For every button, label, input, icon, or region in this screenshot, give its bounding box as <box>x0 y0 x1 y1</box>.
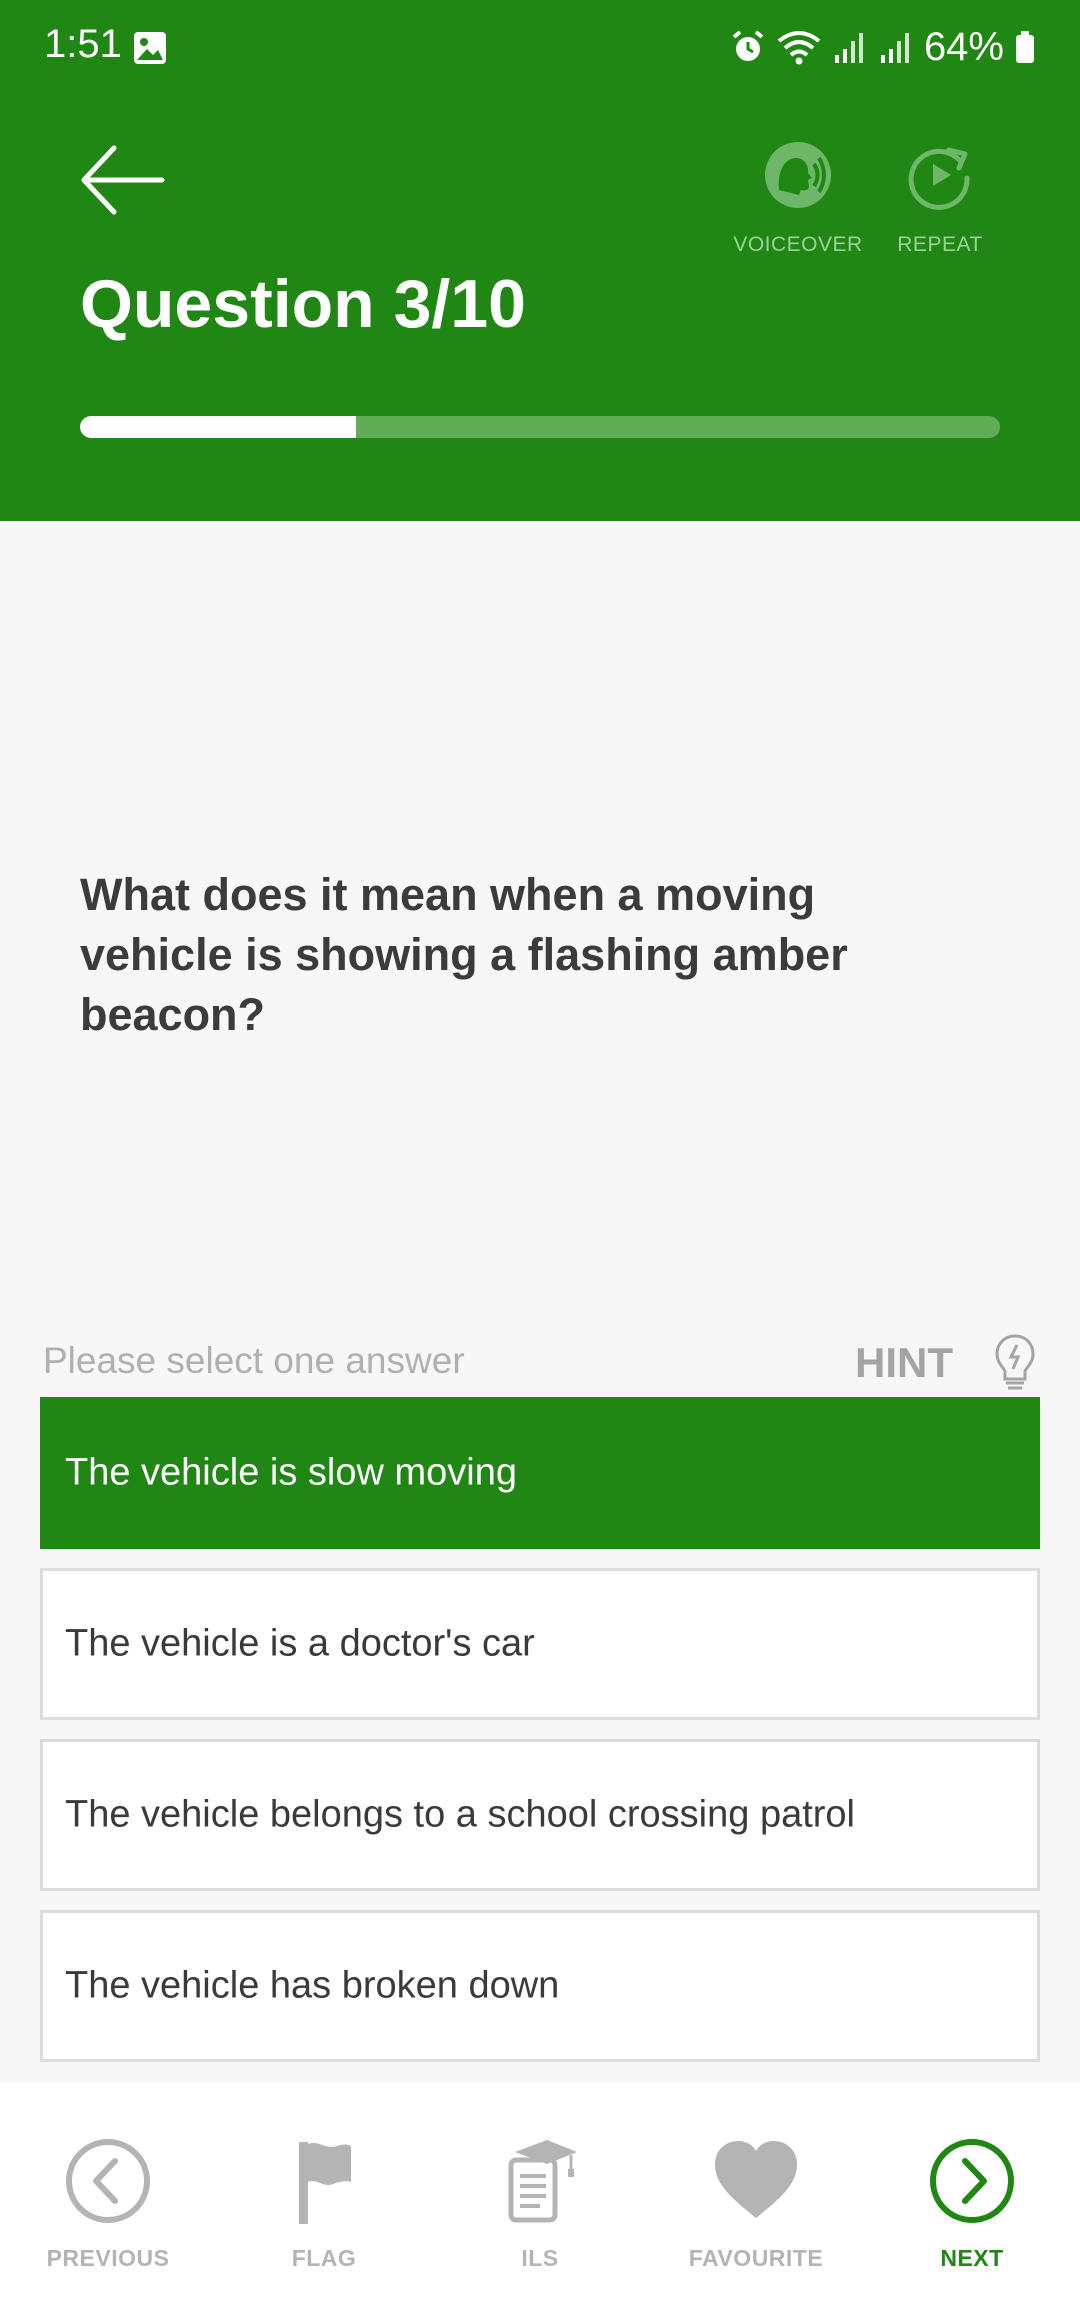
heart-icon <box>715 2141 797 2218</box>
status-icons: 64% <box>730 22 1036 72</box>
flag-button[interactable]: FLAG <box>224 2136 424 2272</box>
question-text: What does it mean when a moving vehicle … <box>80 869 848 1040</box>
repeat-icon <box>908 147 970 210</box>
ils-label: ILS <box>521 2245 559 2271</box>
ils-icon <box>508 2140 577 2223</box>
status-bar: 1:51 64% <box>0 0 1080 96</box>
wifi-icon <box>777 31 821 65</box>
chevron-left-icon <box>66 2139 150 2223</box>
battery-percentage: 64% <box>923 24 1004 69</box>
lightbulb-icon <box>995 1334 1035 1390</box>
voiceover-label: VOICEOVER <box>733 233 863 256</box>
answer-text: The vehicle has broken down <box>65 1964 560 2007</box>
answer-text: The vehicle is a doctor's car <box>65 1622 535 1665</box>
flag-icon <box>299 2142 351 2224</box>
hint-button[interactable]: HINT <box>855 1330 1037 1396</box>
ils-button[interactable]: ILS <box>440 2136 640 2272</box>
bottom-nav: PREVIOUS FLAG ILS FAVOURITE NEXT <box>0 2083 1080 2316</box>
answer-option[interactable]: The vehicle is a doctor's car <box>40 1568 1040 1720</box>
next-label: NEXT <box>940 2245 1004 2271</box>
battery-icon <box>1016 31 1034 63</box>
answer-option[interactable]: The vehicle is slow moving <box>40 1397 1040 1549</box>
signal-icon <box>880 33 909 63</box>
answer-text: The vehicle belongs to a school crossing… <box>65 1793 856 1836</box>
status-time: 1:51 <box>44 22 122 66</box>
favourite-button[interactable]: FAVOURITE <box>656 2136 856 2272</box>
favourite-label: FAVOURITE <box>688 2245 824 2271</box>
previous-label: PREVIOUS <box>46 2245 170 2271</box>
gallery-icon <box>134 32 166 64</box>
header: 1:51 64% VOICEOVER REPEAT Question 3/10 <box>0 0 1080 521</box>
repeat-button[interactable]: REPEAT <box>870 140 1010 270</box>
page-title: Question 3/10 <box>80 266 526 342</box>
repeat-label: REPEAT <box>897 233 983 256</box>
answer-text: The vehicle is slow moving <box>65 1451 517 1494</box>
alarm-icon <box>732 30 764 61</box>
voiceover-icon <box>765 142 831 208</box>
answer-option[interactable]: The vehicle has broken down <box>40 1910 1040 2062</box>
instruction-text: Please select one answer <box>43 1340 465 1381</box>
next-button[interactable]: NEXT <box>872 2136 1072 2272</box>
progress-fill <box>80 416 356 438</box>
progress-bar <box>80 416 1000 438</box>
chevron-right-icon <box>930 2139 1014 2223</box>
flag-label: FLAG <box>291 2245 357 2271</box>
answer-option[interactable]: The vehicle belongs to a school crossing… <box>40 1739 1040 1891</box>
hint-label: HINT <box>855 1339 953 1386</box>
back-arrow-icon[interactable] <box>78 140 168 220</box>
previous-button[interactable]: PREVIOUS <box>8 2136 208 2272</box>
voiceover-button[interactable]: VOICEOVER <box>728 140 868 270</box>
signal-icon <box>834 33 863 63</box>
instruction-row: Please select one answer HINT <box>43 1330 1037 1396</box>
